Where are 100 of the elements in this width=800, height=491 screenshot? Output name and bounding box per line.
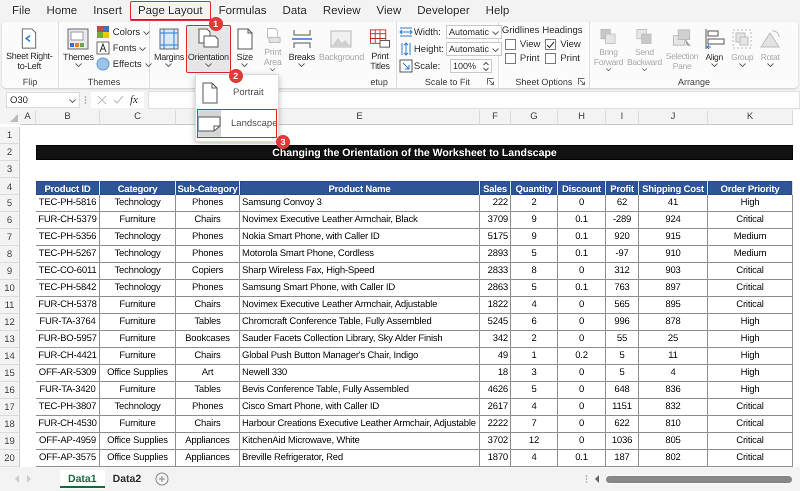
table-cell: Technology xyxy=(100,195,176,212)
table-cell: Harbour Creations Executive Leather Armchair, Adjustable xyxy=(240,416,480,433)
table-cell: 5 xyxy=(511,246,558,263)
table-cell: 1822 xyxy=(480,297,511,314)
table-cell: 565 xyxy=(606,297,639,314)
table-cell: Bevis Conference Table, Fully Assembled xyxy=(240,382,480,399)
table-cell: Chairs xyxy=(176,212,240,229)
table-cell: Critical xyxy=(708,433,793,450)
table-cell: 187 xyxy=(606,450,639,467)
table-cell: Critical xyxy=(708,416,793,433)
table-cell: 897 xyxy=(639,280,708,297)
table-cell: Furniture xyxy=(100,416,176,433)
option-heading: Headings xyxy=(542,25,582,36)
table-cell: 2863 xyxy=(480,280,511,297)
table-cell: 0.1 xyxy=(558,246,606,263)
table-cell: 805 xyxy=(639,433,708,450)
table-cell: 4 xyxy=(639,365,708,382)
table-cell: Nokia Smart Phone, with Caller ID xyxy=(240,229,480,246)
table-cell: 1151 xyxy=(606,399,639,416)
table-cell: -97 xyxy=(606,246,639,263)
table-cell: Medium xyxy=(708,246,793,263)
group-label: Scale to Fit xyxy=(424,76,470,86)
table-cell: Samsung Convoy 3 xyxy=(240,195,480,212)
table-cell: 622 xyxy=(606,416,639,433)
table-cell: Critical xyxy=(708,212,793,229)
table-cell: Furniture xyxy=(100,382,176,399)
table-cell: 810 xyxy=(639,416,708,433)
table-cell: Tables xyxy=(176,314,240,331)
table-cell: 0 xyxy=(558,195,606,212)
table-cell: Critical xyxy=(708,450,793,467)
table-cell: 222 xyxy=(480,195,511,212)
table-cell: 0 xyxy=(558,331,606,348)
column-heading: Shipping Cost xyxy=(639,181,708,195)
table-cell: 2 xyxy=(511,195,558,212)
table-cell: 62 xyxy=(606,195,639,212)
table-cell: 55 xyxy=(606,331,639,348)
group-label: etup xyxy=(370,76,388,86)
table-cell: Furniture xyxy=(100,331,176,348)
table-cell: Novimex Executive Leather Armchair, Adjustable xyxy=(240,297,480,314)
table-cell: 2833 xyxy=(480,263,511,280)
table-cell: Appliances xyxy=(176,450,240,467)
table-cell: Breville Refrigerator, Red xyxy=(240,450,480,467)
table-cell: High xyxy=(708,348,793,365)
table-cell: Critical xyxy=(708,399,793,416)
table-cell: Tables xyxy=(176,382,240,399)
table-cell: 7 xyxy=(511,416,558,433)
table-cell: 0 xyxy=(558,297,606,314)
table-cell: Chairs xyxy=(176,348,240,365)
table-cell: TEC-PH-5816 xyxy=(36,195,100,212)
table-cell: TEC-PH-5842 xyxy=(36,280,100,297)
table-cell: High xyxy=(708,314,793,331)
table-cell: Phones xyxy=(176,280,240,297)
table-cell: Furniture xyxy=(100,314,176,331)
table-cell: Chairs xyxy=(176,297,240,314)
table-cell: FUR-CH-4421 xyxy=(36,348,100,365)
table-cell: 4 xyxy=(511,450,558,467)
field-label: Scale: xyxy=(398,59,440,73)
table-cell: 0 xyxy=(558,263,606,280)
table-cell: 648 xyxy=(606,382,639,399)
table-cell: 836 xyxy=(639,382,708,399)
table-cell: Technology xyxy=(100,399,176,416)
table-cell: 996 xyxy=(606,314,639,331)
table-cell: 25 xyxy=(639,331,708,348)
table-cell: 763 xyxy=(606,280,639,297)
table-cell: High xyxy=(708,382,793,399)
table-cell: KitchenAid Microwave, White xyxy=(240,433,480,450)
table-cell: 49 xyxy=(480,348,511,365)
table-cell: 903 xyxy=(639,263,708,280)
table-cell: 2222 xyxy=(480,416,511,433)
table-cell: OFF-AR-5309 xyxy=(36,365,100,382)
table-cell: FUR-BO-5957 xyxy=(36,331,100,348)
table-cell: 4 xyxy=(511,399,558,416)
table-cell: Chairs xyxy=(176,416,240,433)
table-cell: Sauder Facets Collection Library, Sky Alder Finish xyxy=(240,331,480,348)
table-cell: Critical xyxy=(708,280,793,297)
table-cell: OFF-AP-3575 xyxy=(36,450,100,467)
table-cell: High xyxy=(708,331,793,348)
table-cell: High xyxy=(708,195,793,212)
table-cell: Medium xyxy=(708,229,793,246)
table-cell: Technology xyxy=(100,246,176,263)
table-cell: Art xyxy=(176,365,240,382)
group-label: Arrange xyxy=(678,76,710,86)
table-cell: 0.1 xyxy=(558,280,606,297)
table-cell: Samsung Smart Phone, with Caller ID xyxy=(240,280,480,297)
table-cell: High xyxy=(708,365,793,382)
column-heading: Quantity xyxy=(511,181,558,195)
table-cell: Office Supplies xyxy=(100,433,176,450)
field-label: Height: xyxy=(398,42,444,56)
table-cell: Critical xyxy=(708,297,793,314)
table-cell: Novimex Executive Leather Armchair, Black xyxy=(240,212,480,229)
sheet-title: Changing the Orientation of the Worksheet to Landscape xyxy=(36,145,793,160)
table-cell: -289 xyxy=(606,212,639,229)
table-cell: 18 xyxy=(480,365,511,382)
table-cell: Phones xyxy=(176,399,240,416)
table-cell: 1 xyxy=(511,348,558,365)
table-cell: 920 xyxy=(606,229,639,246)
table-cell: Furniture xyxy=(100,297,176,314)
table-cell: 3709 xyxy=(480,212,511,229)
table-cell: 832 xyxy=(639,399,708,416)
table-cell: 5245 xyxy=(480,314,511,331)
